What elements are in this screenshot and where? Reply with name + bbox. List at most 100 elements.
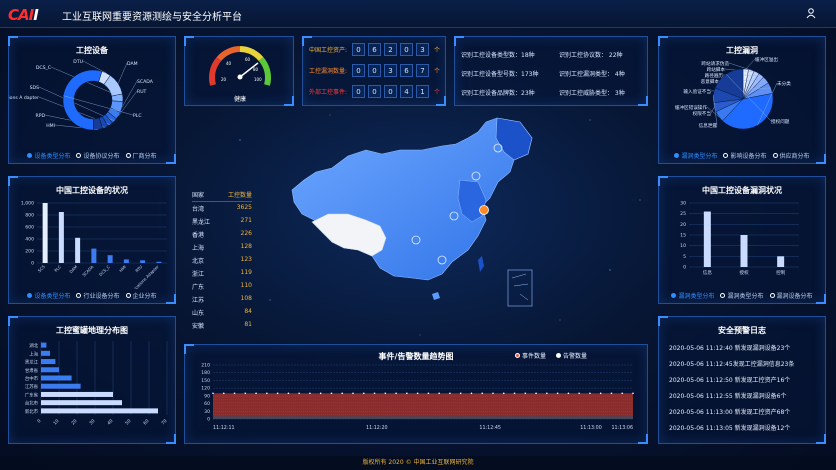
series-point[interactable] bbox=[341, 392, 344, 395]
series-point[interactable] bbox=[567, 392, 570, 395]
bar[interactable] bbox=[140, 260, 146, 263]
bar[interactable] bbox=[777, 256, 785, 267]
cn-device-bar-chart: 1,000 800 600 400 200 0SCS PLC DAM SCADA DCS_C HMI… bbox=[21, 201, 167, 289]
map-hainan[interactable] bbox=[432, 292, 440, 300]
series-point[interactable] bbox=[352, 392, 354, 395]
legend-industry[interactable]: 行业设备分布 bbox=[76, 291, 120, 300]
series-point[interactable] bbox=[309, 392, 311, 395]
series-point[interactable] bbox=[621, 392, 624, 395]
bar[interactable] bbox=[41, 342, 47, 348]
series-point[interactable] bbox=[449, 392, 451, 395]
series-point[interactable] bbox=[546, 392, 548, 395]
series-point[interactable] bbox=[416, 392, 419, 395]
series-point[interactable] bbox=[470, 392, 473, 395]
series-point[interactable] bbox=[373, 392, 376, 395]
log-item[interactable]: 2020-05-06 11:12:40 新发现漏洞设备23个 bbox=[669, 343, 790, 352]
bar[interactable] bbox=[91, 248, 97, 263]
legend-supplier[interactable]: 供应商分布 bbox=[772, 151, 810, 160]
series-point[interactable] bbox=[589, 392, 591, 395]
bar[interactable] bbox=[740, 235, 748, 267]
table-row[interactable]: 上海 128 bbox=[192, 243, 252, 252]
series-point[interactable] bbox=[513, 392, 516, 395]
series-point[interactable] bbox=[632, 392, 634, 395]
pie-label: 信息泄露 bbox=[699, 122, 718, 129]
china-map[interactable] bbox=[282, 110, 552, 310]
map-taiwan[interactable] bbox=[478, 256, 484, 272]
table-row[interactable]: 北京 123 bbox=[192, 256, 252, 265]
series-point[interactable] bbox=[319, 392, 322, 395]
bar[interactable] bbox=[41, 375, 72, 381]
legend-device-protocol[interactable]: 设备协议分布 bbox=[76, 151, 120, 160]
log-item[interactable]: 2020-05-06 11:12:45发现工控漏洞信息23条 bbox=[669, 359, 794, 368]
bar[interactable] bbox=[703, 211, 711, 267]
series-area-events bbox=[213, 393, 633, 419]
table-row[interactable]: 浙江 119 bbox=[192, 269, 252, 278]
legend-device-type[interactable]: 设备类型分布 bbox=[27, 291, 70, 300]
series-point[interactable] bbox=[406, 392, 408, 395]
bar[interactable] bbox=[75, 237, 81, 263]
series-point[interactable] bbox=[255, 392, 257, 395]
series-point[interactable] bbox=[233, 392, 236, 395]
series-point[interactable] bbox=[481, 392, 484, 395]
map-marker-highlight[interactable] bbox=[479, 205, 489, 215]
series-point[interactable] bbox=[212, 392, 214, 395]
legend-enterprise[interactable]: 企业分布 bbox=[125, 291, 157, 300]
series-point[interactable] bbox=[427, 392, 430, 395]
series-point[interactable] bbox=[298, 392, 300, 395]
series-point[interactable] bbox=[438, 392, 440, 395]
series-point[interactable] bbox=[362, 392, 365, 395]
series-point[interactable] bbox=[492, 392, 494, 395]
log-item[interactable]: 2020-05-06 11:13:05 新发现漏洞设备12个 bbox=[669, 423, 790, 432]
legend-affected-devices[interactable]: 影响设备分布 bbox=[723, 151, 767, 160]
bar[interactable] bbox=[42, 203, 48, 263]
legend-vendor[interactable]: 厂商分布 bbox=[125, 151, 157, 160]
bar[interactable] bbox=[156, 261, 162, 263]
series-point[interactable] bbox=[578, 392, 580, 395]
log-item[interactable]: 2020-05-06 11:12:55 新发现漏洞设备6个 bbox=[669, 391, 786, 400]
series-point[interactable] bbox=[222, 392, 225, 395]
table-row[interactable]: 广东 110 bbox=[192, 282, 252, 291]
series-point[interactable] bbox=[287, 392, 290, 395]
radio-icon bbox=[27, 153, 33, 158]
bar[interactable] bbox=[41, 350, 50, 356]
legend-vuln-type-a[interactable]: 漏洞类型分布 bbox=[671, 291, 714, 300]
series-point[interactable] bbox=[244, 392, 247, 395]
table-row[interactable]: 台湾 3625 bbox=[192, 204, 252, 213]
table-row[interactable]: 黑龙江 271 bbox=[192, 217, 252, 226]
series-point[interactable] bbox=[395, 392, 397, 395]
bar[interactable] bbox=[58, 212, 64, 263]
table-row[interactable]: 香港 226 bbox=[192, 230, 252, 239]
health-gauge-panel: 健康 20 40 60 80 100 bbox=[184, 36, 294, 106]
series-point[interactable] bbox=[384, 392, 387, 395]
log-item[interactable]: 2020-05-06 11:12:50 新发现工控资产16个 bbox=[669, 375, 790, 384]
legend-vuln-device[interactable]: 漏洞设备分布 bbox=[769, 291, 813, 300]
series-point[interactable] bbox=[330, 392, 333, 395]
bar[interactable] bbox=[41, 359, 56, 365]
bar[interactable] bbox=[107, 255, 113, 263]
series-point[interactable] bbox=[599, 392, 602, 395]
bar[interactable] bbox=[41, 408, 158, 414]
table-row[interactable]: 江苏 108 bbox=[192, 295, 252, 304]
series-point[interactable] bbox=[556, 392, 559, 395]
bar[interactable] bbox=[41, 391, 113, 397]
legend-vuln-type[interactable]: 漏洞类型分布 bbox=[674, 151, 717, 160]
table-row[interactable]: 山东 84 bbox=[192, 308, 252, 317]
table-row[interactable]: 安徽 81 bbox=[192, 321, 252, 330]
legend-device-type[interactable]: 设备类型分布 bbox=[27, 151, 70, 160]
series-point[interactable] bbox=[535, 392, 537, 395]
series-point[interactable] bbox=[502, 392, 505, 395]
bar[interactable] bbox=[41, 367, 59, 373]
map-mainland[interactable] bbox=[291, 117, 533, 281]
series-point[interactable] bbox=[459, 392, 462, 395]
bar[interactable] bbox=[41, 383, 81, 389]
series-point[interactable] bbox=[276, 392, 279, 395]
user-icon[interactable] bbox=[806, 8, 816, 19]
bar[interactable] bbox=[123, 259, 129, 263]
log-item[interactable]: 2020-05-06 11:13:00 新发现工控资产68个 bbox=[669, 407, 790, 416]
series-point[interactable] bbox=[524, 392, 527, 395]
bar[interactable] bbox=[41, 400, 122, 406]
legend-vuln-type-b[interactable]: 漏洞类型分布 bbox=[720, 291, 764, 300]
series-point[interactable] bbox=[610, 392, 613, 395]
devices-panel: 工控设备 DTUDAMDCS_CSCADARUTSDSCommunic atio… bbox=[8, 36, 176, 164]
series-point[interactable] bbox=[266, 392, 268, 395]
